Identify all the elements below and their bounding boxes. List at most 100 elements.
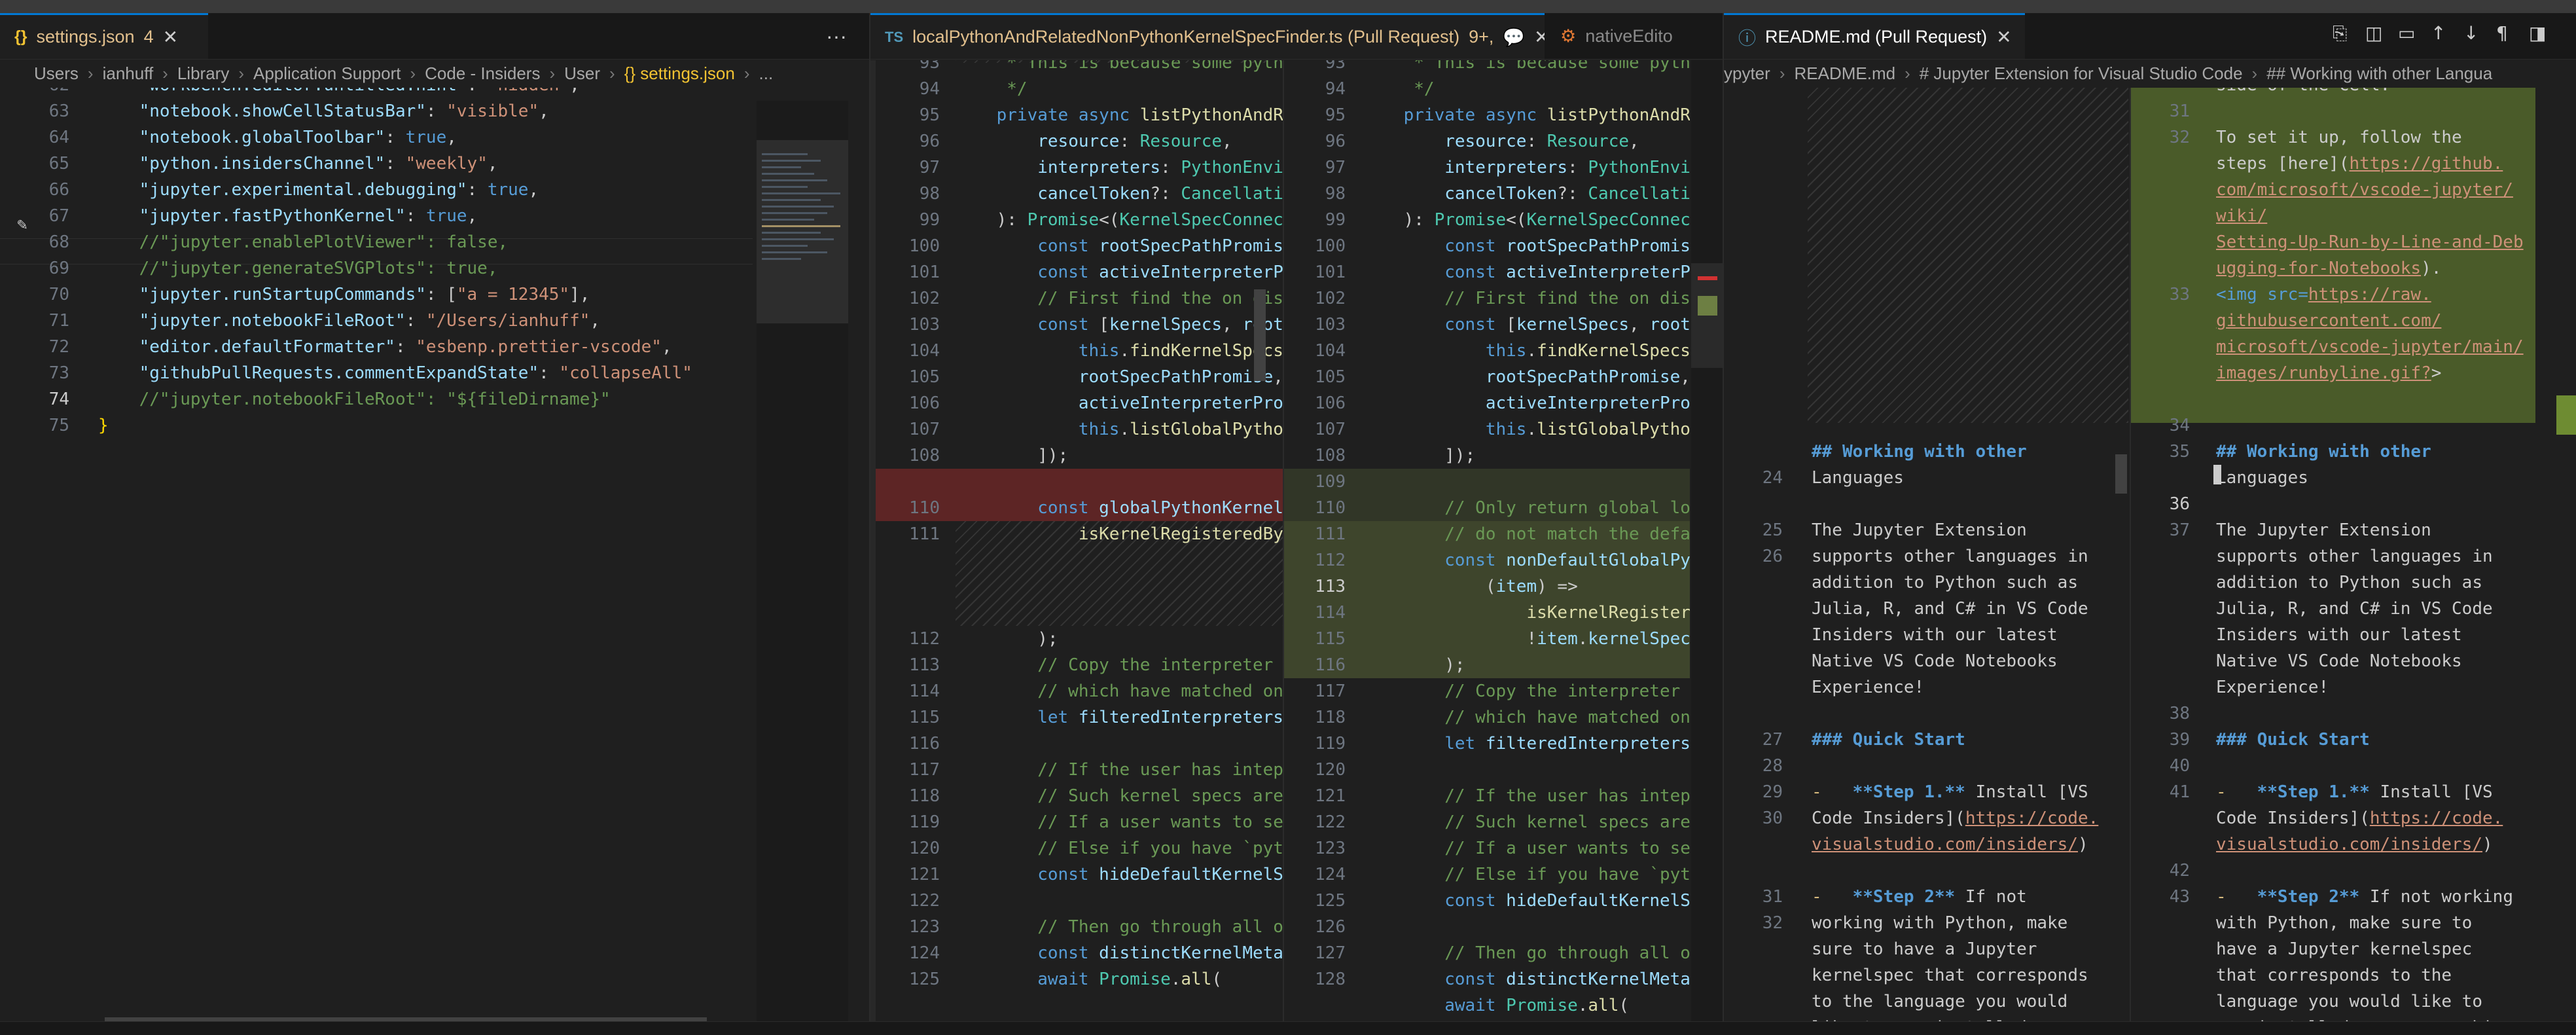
breadcrumb-item[interactable]: ...: [759, 64, 774, 84]
line-number: 66: [48, 180, 69, 200]
code-line: const [kernelSpecs, root: [1444, 315, 1690, 335]
line-number: [2138, 334, 2190, 360]
close-icon[interactable]: ✕: [1996, 26, 2011, 48]
breadcrumb-item[interactable]: {} settings.json: [624, 64, 735, 84]
code-line: activeInterpreterPro: [1485, 393, 1690, 413]
vertical-scrollbar[interactable]: [1254, 289, 1266, 381]
pilcrow-icon[interactable]: ¶: [2496, 22, 2508, 44]
code-line: wiki/: [2216, 206, 2268, 226]
vertical-scrollbar[interactable]: [2115, 454, 2127, 494]
code-line: // Else if you have `pyt: [956, 839, 1283, 858]
line-number: 111: [1315, 524, 1346, 544]
diff-overview-ruler[interactable]: [1691, 60, 1723, 1021]
code-line: const rootSpecPathPromis: [1037, 236, 1283, 256]
tab-settings-json[interactable]: {} settings.json 4 ✕: [0, 13, 208, 59]
code-line: visualstudio.com/insiders/): [1812, 835, 2088, 854]
line-number: [2138, 936, 2190, 962]
tab-kernel-finder-diff[interactable]: TS localPythonAndRelatedNonPythonKernelS…: [870, 13, 1545, 59]
code-line: isKernelRegister: [1526, 603, 1690, 623]
breadcrumb-item[interactable]: # Jupyter Extension for Visual Studio Co…: [1920, 64, 2243, 84]
code-line: Code Insiders](https://code.: [1812, 808, 2099, 828]
chevron-right-icon: ›: [87, 63, 94, 83]
line-number: [884, 573, 940, 600]
code-line: const distinctKernelMeta: [1444, 970, 1690, 989]
readme-diff-editor[interactable]: 24 25 26 27 28 29 30 31 32 ## Working with ot…: [1724, 88, 2576, 1021]
typescript-file-icon: TS: [885, 28, 904, 45]
code-line: Native VS Code Notebooks: [1812, 651, 2058, 671]
code-line: "jupyter.runStartupCommands": ["a = 1234…: [139, 285, 590, 304]
line-number: 37: [2169, 520, 2190, 540]
line-number: [1730, 88, 1783, 98]
line-number: 98: [1325, 184, 1346, 204]
line-number: 113: [1315, 577, 1346, 596]
tab-bar: ⓘ README.md (Pull Request) ✕ ⎘ ◫ ▭ ↑ ↓ ¶…: [1724, 13, 2576, 60]
code-line: Julia, R, and C# in VS Code: [2216, 599, 2493, 619]
tab-readme-diff[interactable]: ⓘ README.md (Pull Request) ✕: [1724, 13, 2025, 59]
code-line: * This is because some pyth: [1363, 60, 1690, 73]
code-line: // do not match the defa: [1363, 524, 1690, 544]
line-number: 96: [919, 132, 940, 151]
code-line: );: [956, 629, 1058, 649]
arrow-up-icon[interactable]: ↑: [2431, 22, 2446, 44]
close-icon[interactable]: ✕: [163, 26, 178, 48]
code-line: this.listGlobalPytho: [1485, 420, 1690, 439]
line-number: 63: [48, 101, 69, 121]
split-view-icon[interactable]: ◫: [2365, 22, 2382, 44]
tab-native-editor[interactable]: ⚙ nativeEdito: [1546, 13, 1723, 59]
arrow-down-icon[interactable]: ↓: [2463, 22, 2478, 44]
breadcrumb-item[interactable]: ypyter: [1724, 64, 1770, 84]
line-number: 100: [909, 236, 940, 256]
code-line: com/microsoft/vscode-jupyter/: [2216, 180, 2513, 200]
line-number: 32: [1762, 913, 1783, 933]
code-line: The Jupyter Extension: [2216, 520, 2431, 540]
diff-editor[interactable]: 93 94 95 96 97 98 99 100 101 102 103 104 105 106 107 10…: [870, 60, 1723, 1021]
breadcrumb-item[interactable]: User: [564, 64, 600, 84]
settings-editor[interactable]: ✎ 6263646566676869707172737475 "workbenc…: [0, 88, 869, 1021]
code-line: kernelspec that corresponds: [1812, 966, 2088, 985]
chevron-right-icon: ›: [549, 63, 556, 83]
line-number: 107: [909, 420, 940, 439]
breadcrumb-item[interactable]: Users: [34, 64, 79, 84]
close-icon[interactable]: ✕: [1534, 26, 1545, 48]
open-file-icon[interactable]: ⎘: [2333, 22, 2347, 45]
minimap[interactable]: [757, 101, 848, 1021]
breadcrumb-item[interactable]: Application Support: [253, 64, 401, 84]
comment-icon[interactable]: ▭: [2398, 22, 2415, 44]
line-number: 33: [2169, 285, 2190, 304]
line-number: 103: [1315, 315, 1346, 335]
line-number: 31: [2169, 101, 2190, 121]
line-number: 97: [919, 158, 940, 177]
code-line: like to use installed on: [1812, 1015, 2126, 1021]
breadcrumb-item[interactable]: ## Working with other Langua: [2266, 64, 2492, 84]
line-number: [1730, 229, 1783, 255]
editor-group-diff: TS localPythonAndRelatedNonPythonKernelS…: [870, 13, 1723, 1021]
line-number: [1730, 334, 1783, 360]
breadcrumb-item[interactable]: ianhuff: [103, 64, 154, 84]
line-number: 36: [2169, 494, 2190, 514]
code-line: const hideDefaultKernelS: [1444, 891, 1690, 911]
chevron-right-icon: ›: [410, 63, 416, 83]
code-line: cancelToken?: Cancellati: [1037, 184, 1283, 204]
code-line: Experience!: [1812, 678, 1925, 697]
line-number: 121: [1315, 786, 1346, 806]
line-number: 125: [1315, 891, 1346, 911]
split-editor-icon[interactable]: ◨: [2529, 22, 2546, 44]
code-line: microsoft/vscode-jupyter/main/: [2216, 337, 2524, 357]
chevron-right-icon: ›: [1779, 63, 1785, 83]
code-line: const distinctKernelMeta: [1037, 943, 1283, 963]
breadcrumb-item[interactable]: Code - Insiders: [425, 64, 540, 84]
code-line: */: [956, 79, 1028, 99]
breadcrumb-item[interactable]: Library: [177, 64, 229, 84]
code-line: ]);: [956, 446, 1069, 465]
line-number: 30: [1762, 808, 1783, 828]
code-line: rootSpecPathPromise,: [1078, 367, 1283, 387]
code-line: "jupyter.fastPythonKernel": true,: [139, 206, 478, 226]
code-line: // First find the on dis: [956, 289, 1283, 308]
breadcrumb-item[interactable]: README.md: [1794, 64, 1895, 84]
more-actions-icon[interactable]: ···: [826, 13, 847, 59]
